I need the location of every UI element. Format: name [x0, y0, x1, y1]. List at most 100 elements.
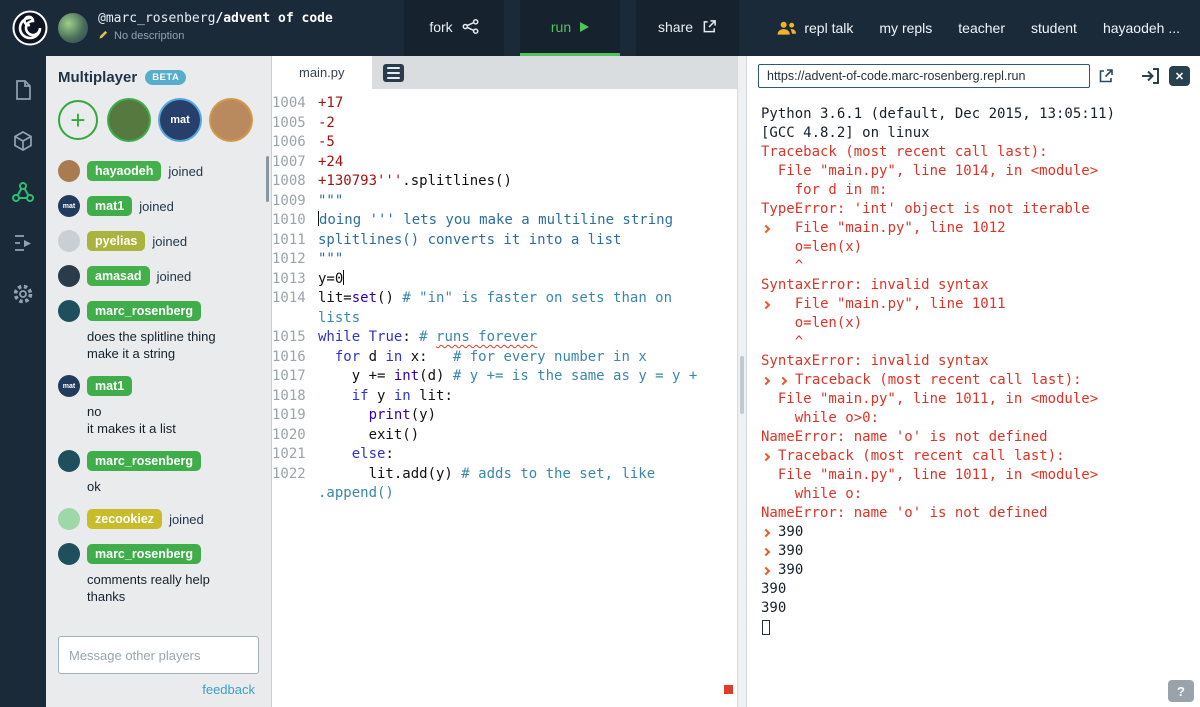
code-text[interactable]: splitlines() converts it into a list: [318, 231, 710, 251]
code-text[interactable]: doing ''' lets you make a multiline stri…: [318, 211, 710, 231]
code-line[interactable]: 1021 else:: [272, 445, 737, 465]
code-text[interactable]: else:: [318, 445, 710, 465]
username-pill: hayaodeh: [87, 161, 161, 181]
console-text: File "main.py", line 1012: [778, 219, 1006, 238]
console-text: while o>0:: [761, 409, 879, 428]
code-line[interactable]: 1022 lit.add(y) # adds to the set, like …: [272, 465, 737, 504]
editor-body[interactable]: 1004+171005-21006-51007+241008+130793'''…: [272, 89, 737, 707]
code-text[interactable]: y += int(d) # y += is the same as y = y …: [318, 367, 710, 387]
participant-avatar[interactable]: [211, 100, 251, 140]
run-button[interactable]: run: [520, 0, 620, 56]
participant-avatar[interactable]: mat: [160, 100, 200, 140]
code-line[interactable]: 1007+24: [272, 153, 737, 173]
code-line[interactable]: 1013y=0: [272, 270, 737, 290]
username-pill: mat1: [87, 196, 132, 216]
code-text[interactable]: while True: # runs forever: [318, 328, 710, 348]
code-line[interactable]: 1014lit=set() # "in" is faster on sets t…: [272, 289, 737, 328]
chat-avatar: [58, 265, 80, 287]
settings-gear-icon[interactable]: [11, 282, 35, 306]
clear-console-icon[interactable]: ✕: [1169, 66, 1190, 86]
line-number: 1007: [272, 153, 318, 173]
code-text[interactable]: for d in x: # for every number in x: [318, 348, 710, 368]
run-config-icon[interactable]: [11, 231, 35, 255]
console-text: ^: [761, 257, 803, 276]
help-button[interactable]: ?: [1168, 680, 1194, 702]
code-line[interactable]: 1006-5: [272, 133, 737, 153]
resizer-handle[interactable]: [740, 356, 744, 414]
message-text: does the splitline thing: [87, 328, 259, 345]
participant-avatars: + mat: [46, 92, 271, 154]
code-line[interactable]: 1018 if y in lit:: [272, 387, 737, 407]
repl-owner-avatar[interactable]: [58, 13, 88, 43]
open-session-icon[interactable]: [1139, 66, 1161, 86]
code-text[interactable]: lit=set() # "in" is faster on sets than …: [318, 289, 710, 328]
line-number: 1014: [272, 289, 318, 328]
console-text: File "main.py", line 1011: [778, 295, 1006, 314]
chat-message: marc_rosenbergok: [58, 450, 259, 495]
console-line: Traceback (most recent call last):: [761, 447, 1200, 466]
code-line[interactable]: 1016 for d in x: # for every number in x: [272, 348, 737, 368]
console-text: File "main.py", line 1011, in <module>: [761, 390, 1098, 409]
code-text[interactable]: print(y): [318, 406, 710, 426]
code-text[interactable]: lit.add(y) # adds to the set, like .appe…: [318, 465, 710, 504]
username-pill: amasad: [87, 266, 150, 286]
code-line[interactable]: 1008+130793'''.splitlines(): [272, 172, 737, 192]
multiplayer-icon[interactable]: [11, 180, 35, 204]
console-panel: ✕ Python 3.6.1 (default, Dec 2015, 13:05…: [747, 56, 1200, 707]
code-text[interactable]: +17: [318, 94, 710, 114]
code-text[interactable]: """: [318, 250, 710, 270]
code-line[interactable]: 1012""": [272, 250, 737, 270]
pane-resizer[interactable]: [737, 56, 747, 707]
chat-message-input[interactable]: [58, 636, 259, 674]
share-button[interactable]: share: [636, 0, 739, 56]
code-line[interactable]: 1019 print(y): [272, 406, 737, 426]
repl-talk-link[interactable]: repl talk: [776, 20, 853, 36]
open-url-external-icon[interactable]: [1098, 68, 1114, 84]
chat-join-event: pyeliasjoined: [58, 230, 259, 252]
code-text[interactable]: +130793'''.splitlines(): [318, 172, 710, 192]
fork-button[interactable]: fork: [404, 0, 504, 56]
console-line: [GCC 4.8.2] on linux: [761, 124, 1200, 143]
console-line: File "main.py", line 1012: [761, 219, 1200, 238]
code-line[interactable]: 1005-2: [272, 114, 737, 134]
participant-avatar[interactable]: [109, 100, 149, 140]
console-line: 390: [761, 523, 1200, 542]
tab-main-py[interactable]: main.py: [272, 56, 372, 89]
line-number: 1018: [272, 387, 318, 407]
code-text[interactable]: -2: [318, 114, 710, 134]
code-line[interactable]: 1004+17: [272, 94, 737, 114]
code-line[interactable]: 1020 exit(): [272, 426, 737, 446]
code-text[interactable]: -5: [318, 133, 710, 153]
code-line[interactable]: 1017 y += int(d) # y += is the same as y…: [272, 367, 737, 387]
sidebar-scrollbar[interactable]: [266, 156, 269, 202]
my-repls-link[interactable]: my repls: [879, 20, 932, 36]
code-text[interactable]: +24: [318, 153, 710, 173]
repl-url-input[interactable]: [758, 64, 1090, 88]
line-number: 1006: [272, 133, 318, 153]
console-line: SyntaxError: invalid syntax: [761, 352, 1200, 371]
teacher-link[interactable]: teacher: [958, 20, 1005, 36]
repl-title-block: @marc_rosenberg/advent of code No descri…: [98, 11, 333, 45]
edit-description-icon[interactable]: [98, 29, 109, 45]
console-line: File "main.py", line 1011, in <module>: [761, 390, 1200, 409]
line-number: 1016: [272, 348, 318, 368]
code-text[interactable]: if y in lit:: [318, 387, 710, 407]
code-line[interactable]: 1009""": [272, 192, 737, 212]
feedback-link[interactable]: feedback: [46, 680, 271, 707]
code-text[interactable]: """: [318, 192, 710, 212]
code-text[interactable]: exit(): [318, 426, 710, 446]
code-line[interactable]: 1015while True: # runs forever: [272, 328, 737, 348]
files-icon[interactable]: [11, 78, 35, 102]
code-line[interactable]: 1011splitlines() converts it into a list: [272, 231, 737, 251]
console-toggle-icon[interactable]: [383, 64, 404, 82]
packages-icon[interactable]: [11, 129, 35, 153]
invite-player-button[interactable]: +: [58, 100, 98, 140]
code-line[interactable]: 1010doing ''' lets you make a multiline …: [272, 211, 737, 231]
account-menu[interactable]: hayaodeh ...: [1103, 20, 1180, 36]
replit-logo-icon[interactable]: [12, 10, 48, 46]
line-number: 1009: [272, 192, 318, 212]
console-text: 390: [778, 561, 803, 580]
code-text[interactable]: y=0: [318, 270, 710, 290]
console-output[interactable]: Python 3.6.1 (default, Dec 2015, 13:05:1…: [747, 96, 1200, 637]
student-link[interactable]: student: [1031, 20, 1077, 36]
